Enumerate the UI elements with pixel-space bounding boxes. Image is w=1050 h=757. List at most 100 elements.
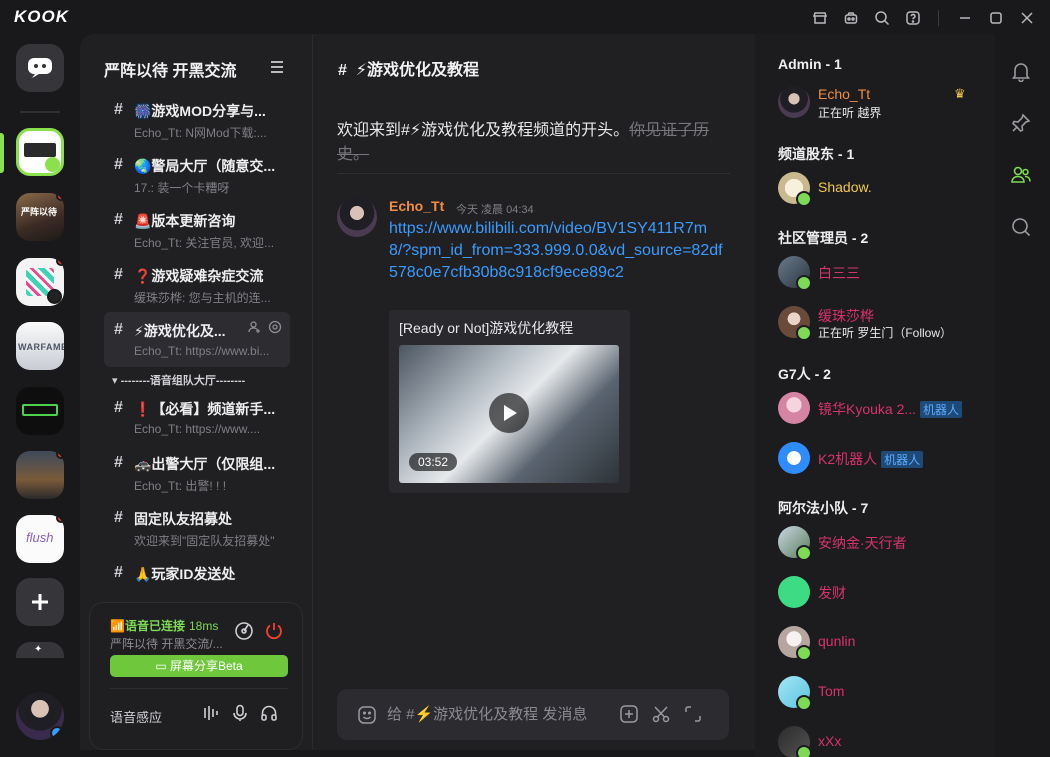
server-yanzhen[interactable]: 严阵以待 — [16, 193, 64, 241]
member-item[interactable]: Shadow. — [778, 172, 988, 208]
bell-icon[interactable] — [1010, 60, 1032, 83]
direct-messages-button[interactable] — [16, 44, 64, 92]
bot-icon[interactable] — [841, 8, 860, 27]
voice-activity-icon — [204, 706, 218, 720]
composer-tools — [619, 704, 703, 724]
main-panel: 严阵以待 开黑交流 # 🎆游戏MOD分享与... Echo_Tt: N网Mod下… — [80, 34, 755, 750]
hash-icon: # — [114, 101, 123, 118]
voice-ping: 18ms — [188, 619, 219, 633]
selected-server-indicator — [0, 133, 4, 173]
screen-share-button[interactable]: ▭ 屏幕分享Beta — [110, 655, 288, 677]
voice-mode-label[interactable]: 语音感应 — [110, 707, 162, 726]
channel-sidebar: 严阵以待 开黑交流 # 🎆游戏MOD分享与... Echo_Tt: N网Mod下… — [80, 34, 313, 750]
server-flush[interactable]: flush — [16, 515, 64, 563]
channel-item[interactable]: # 🚓出警大厅（仅限组... Echo_Tt: 出警! ! ! — [104, 445, 290, 500]
channel-item[interactable]: # ❗【必看】频道新手... Echo_Tt: https://www.... — [104, 390, 290, 445]
chat-header: # ⚡游戏优化及教程 — [338, 56, 479, 80]
search-icon[interactable] — [1010, 216, 1032, 238]
emoji-icon[interactable] — [357, 705, 377, 730]
video-thumbnail[interactable]: 03:52 — [399, 345, 619, 483]
server-initials: 严阵以待 — [21, 207, 58, 217]
embed-title[interactable]: [Ready or Not]游戏优化教程 — [399, 318, 573, 338]
role-header: 社区管理员 - 2 — [778, 230, 869, 246]
hash-icon: # — [114, 211, 123, 228]
channel-item[interactable]: # 🌏警局大厅（随意交... 17.: 装一个卡糟呀 — [104, 147, 290, 202]
chat-divider — [337, 173, 730, 174]
member-name: 白三三 — [818, 265, 860, 281]
minimize-icon[interactable] — [955, 8, 974, 27]
add-server-button[interactable] — [16, 578, 64, 626]
member-item[interactable]: qunlin — [778, 626, 988, 662]
scissors-icon — [652, 706, 670, 723]
search-icon[interactable] — [872, 8, 891, 27]
member-list: Admin - 1 Echo_Tt 正在听 越界 ♛ 频道股东 - 1 Shad… — [755, 34, 995, 757]
pin-icon[interactable] — [1010, 112, 1032, 134]
member-item[interactable]: 发财 — [778, 576, 988, 612]
unread-dot — [56, 193, 64, 201]
voice-status-panel: 📶语音已连接 18ms 严阵以待 开黑交流/... ▭ 屏幕分享Beta 语音感应 — [89, 602, 303, 750]
server-ready-or-not[interactable] — [16, 128, 64, 176]
role-header: 阿尔法小队 - 7 — [778, 500, 869, 516]
guild-title[interactable]: 严阵以待 开黑交流 — [104, 57, 236, 81]
message-avatar[interactable] — [337, 197, 377, 237]
message-time: 今天 凌晨 04:34 — [456, 204, 534, 216]
channel-item[interactable]: # 🙏玩家ID发送处 — [104, 555, 290, 602]
voice-icon — [796, 275, 812, 291]
member-name: Echo_Tt — [818, 86, 871, 102]
voice-channel-name[interactable]: 严阵以待 开黑交流/... — [110, 635, 240, 652]
member-name: Tom — [818, 683, 845, 699]
member-item[interactable]: 镜华Kyouka 2... 机器人 — [778, 392, 988, 428]
channel-preview: Echo_Tt: N网Mod下载:... — [134, 126, 267, 140]
member-item[interactable]: Tom — [778, 676, 988, 712]
unread-dot — [56, 258, 64, 266]
kook-app: KOOK 严阵以待 WARFAME flush ✦ 严阵以待 开黑交流 # 🎆游… — [0, 0, 1050, 757]
channel-item[interactable]: # ❓游戏疑难杂症交流 缓珠莎桦: 您与主机的连... — [104, 257, 290, 312]
maximize-icon[interactable] — [986, 8, 1005, 27]
channel-welcome: 欢迎来到#⚡游戏优化及教程频道的开头。你见证了历史。 — [337, 119, 732, 167]
message-input[interactable] — [387, 701, 607, 727]
signal-icon: 📶 — [110, 619, 125, 633]
plus-icon — [32, 594, 48, 610]
server-green-logo[interactable] — [16, 387, 64, 435]
channel-item-active[interactable]: # ⚡游戏优化及... Echo_Tt: https://www.bi... — [104, 312, 290, 367]
close-icon[interactable] — [1017, 8, 1036, 27]
channel-item[interactable]: # 🚨版本更新咨询 Echo_Tt: 关注官员, 欢迎... — [104, 202, 290, 257]
voice-controls — [202, 704, 278, 722]
help-icon[interactable] — [903, 8, 922, 27]
chevron-down-icon: ▾ — [112, 375, 118, 387]
channel-title: ⚡游戏优化及教程 — [355, 62, 480, 79]
user-avatar[interactable] — [16, 692, 64, 740]
member-item[interactable]: Echo_Tt 正在听 越界 ♛ — [778, 86, 988, 122]
member-item[interactable]: 缓珠莎桦 正在听 罗生门（Follow） — [778, 306, 988, 342]
title-bar: KOOK — [0, 0, 1050, 34]
server-warframe[interactable]: WARFAME — [16, 322, 64, 370]
right-toolbar — [995, 34, 1050, 757]
member-item[interactable]: 安纳金·天行者 — [778, 526, 988, 562]
store-icon[interactable] — [810, 8, 829, 27]
hash-icon: # — [114, 454, 123, 471]
channel-item[interactable]: # 🎆游戏MOD分享与... Echo_Tt: N网Mod下载:... — [104, 92, 290, 147]
message-composer — [337, 689, 729, 740]
member-name: xXx — [818, 733, 842, 749]
play-icon[interactable] — [489, 393, 529, 433]
channel-list: # 🎆游戏MOD分享与... Echo_Tt: N网Mod下载:... # 🌏警… — [104, 92, 290, 602]
discover-button[interactable]: ✦ — [16, 642, 64, 658]
member-item[interactable]: K2机器人 机器人 — [778, 442, 988, 478]
member-avatar — [778, 442, 810, 474]
member-item[interactable]: xXx — [778, 726, 988, 757]
noise-reduction-icon[interactable] — [234, 621, 254, 646]
channel-item[interactable]: # 固定队友招募处 欢迎来到"固定队友招募处" — [104, 500, 290, 555]
channel-name: ⚡游戏优化及... — [134, 323, 226, 339]
voice-category[interactable]: ▾ --------语音组队大厅-------- — [104, 372, 290, 388]
video-embed[interactable]: [Ready or Not]游戏优化教程 03:52 — [389, 310, 630, 493]
member-item[interactable]: 白三三 — [778, 256, 988, 292]
channel-preview: Echo_Tt: 出警! ! ! — [134, 479, 227, 493]
server-pixel[interactable] — [16, 258, 64, 306]
members-icon[interactable] — [1010, 164, 1032, 186]
message-link[interactable]: https://www.bilibili.com/video/BV1SY411R… — [389, 218, 724, 284]
message-author[interactable]: Echo_Tt — [389, 198, 444, 214]
title-separator — [938, 9, 939, 26]
server-battlefield[interactable] — [16, 451, 64, 499]
disconnect-icon[interactable] — [264, 621, 284, 646]
guild-menu-icon[interactable] — [270, 60, 284, 78]
